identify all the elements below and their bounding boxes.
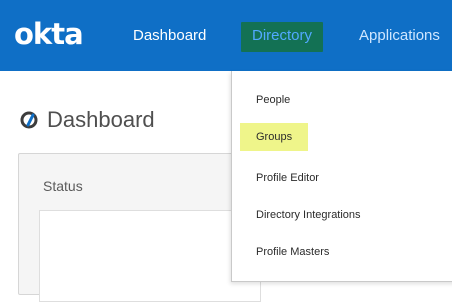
okta-logo[interactable]: okta (14, 18, 84, 50)
status-panel: Status (18, 153, 261, 302)
directory-dropdown-menu: People Groups Profile Editor Directory I… (231, 71, 452, 282)
menu-item-directory-integrations[interactable]: Directory Integrations (256, 208, 361, 222)
status-content-area (39, 210, 261, 302)
page-title: Dashboard (19, 106, 155, 134)
menu-item-people[interactable]: People (256, 93, 290, 107)
top-navigation-bar: okta Dashboard Directory Applications (0, 0, 452, 71)
gauge-icon (20, 111, 38, 129)
menu-item-profile-masters[interactable]: Profile Masters (256, 245, 329, 259)
nav-directory[interactable]: Directory (241, 22, 323, 52)
nav-applications[interactable]: Applications (359, 26, 440, 46)
nav-dashboard[interactable]: Dashboard (133, 26, 206, 46)
status-label: Status (43, 178, 83, 194)
menu-item-profile-editor[interactable]: Profile Editor (256, 171, 319, 185)
menu-item-groups[interactable]: Groups (240, 123, 309, 151)
page-title-text: Dashboard (47, 107, 155, 132)
